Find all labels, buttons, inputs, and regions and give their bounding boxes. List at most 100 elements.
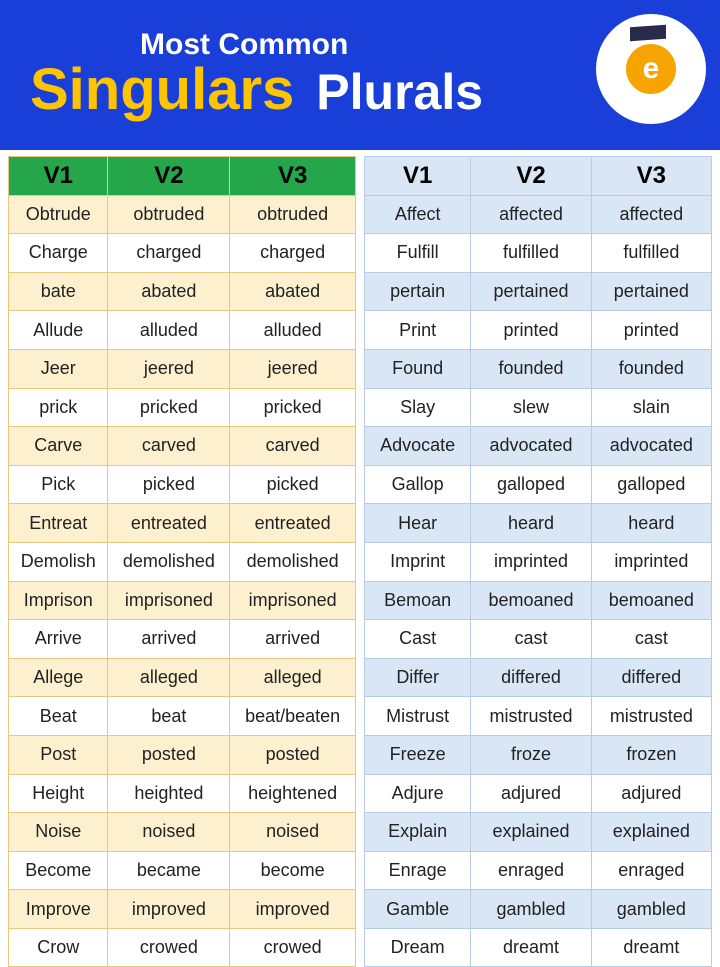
left-cell: Allude bbox=[9, 311, 108, 350]
right-cell: mistrusted bbox=[471, 697, 591, 736]
table-row: Affectaffectedaffected bbox=[365, 195, 712, 234]
left-cell: demolished bbox=[108, 542, 230, 581]
right-cell: adjured bbox=[471, 774, 591, 813]
right-cell: dreamt bbox=[591, 928, 711, 967]
table-row: Chargechargedcharged bbox=[9, 234, 356, 273]
right-cell: bemoaned bbox=[471, 581, 591, 620]
table-row: Mistrustmistrustedmistrusted bbox=[365, 697, 712, 736]
right-cell: cast bbox=[471, 620, 591, 659]
right-cell: Adjure bbox=[365, 774, 471, 813]
table-row: Gamblegambledgambled bbox=[365, 890, 712, 929]
right-cell: Hear bbox=[365, 504, 471, 543]
left-cell: Carve bbox=[9, 427, 108, 466]
right-cell: pertain bbox=[365, 272, 471, 311]
table-row: Jeerjeeredjeered bbox=[9, 349, 356, 388]
grad-cap-icon bbox=[630, 25, 666, 42]
right-cell: dreamt bbox=[471, 928, 591, 967]
table-row: Postpostedposted bbox=[9, 735, 356, 774]
right-cell: galloped bbox=[591, 465, 711, 504]
table-row: prickprickedpricked bbox=[9, 388, 356, 427]
left-th-v1: V1 bbox=[9, 157, 108, 196]
right-cell: imprinted bbox=[471, 542, 591, 581]
right-cell: Affect bbox=[365, 195, 471, 234]
left-cell: Charge bbox=[9, 234, 108, 273]
right-cell: Print bbox=[365, 311, 471, 350]
table-row: bateabatedabated bbox=[9, 272, 356, 311]
table-row: Imprintimprintedimprinted bbox=[365, 542, 712, 581]
right-cell: bemoaned bbox=[591, 581, 711, 620]
table-row: Hearheardheard bbox=[365, 504, 712, 543]
table-row: Improveimprovedimproved bbox=[9, 890, 356, 929]
right-cell: explained bbox=[591, 813, 711, 852]
table-row: pertainpertainedpertained bbox=[365, 272, 712, 311]
table-row: Freezefrozefrozen bbox=[365, 735, 712, 774]
right-cell: Bemoan bbox=[365, 581, 471, 620]
left-cell: heightened bbox=[230, 774, 356, 813]
left-cell: Post bbox=[9, 735, 108, 774]
left-cell: posted bbox=[108, 735, 230, 774]
left-cell: demolished bbox=[230, 542, 356, 581]
right-cell: slain bbox=[591, 388, 711, 427]
right-cell: heard bbox=[471, 504, 591, 543]
table-row: Imprisonimprisonedimprisoned bbox=[9, 581, 356, 620]
right-cell: slew bbox=[471, 388, 591, 427]
left-cell: noised bbox=[230, 813, 356, 852]
left-cell: Height bbox=[9, 774, 108, 813]
right-cell: Slay bbox=[365, 388, 471, 427]
right-cell: froze bbox=[471, 735, 591, 774]
left-cell: crowed bbox=[230, 928, 356, 967]
table-row: Noisenoisednoised bbox=[9, 813, 356, 852]
right-cell: Enrage bbox=[365, 851, 471, 890]
left-cell: Crow bbox=[9, 928, 108, 967]
right-cell: printed bbox=[591, 311, 711, 350]
left-cell: Beat bbox=[9, 697, 108, 736]
right-table: V1 V2 V3 AffectaffectedaffectedFulfillfu… bbox=[364, 156, 712, 967]
left-cell: Imprison bbox=[9, 581, 108, 620]
left-cell: became bbox=[108, 851, 230, 890]
right-th-v1: V1 bbox=[365, 157, 471, 196]
left-cell: Become bbox=[9, 851, 108, 890]
table-row: Pickpickedpicked bbox=[9, 465, 356, 504]
left-cell: jeered bbox=[230, 349, 356, 388]
left-cell: alleged bbox=[230, 658, 356, 697]
left-cell: Noise bbox=[9, 813, 108, 852]
left-cell: Arrive bbox=[9, 620, 108, 659]
right-cell: advocated bbox=[471, 427, 591, 466]
header-word-plurals: Plurals bbox=[316, 63, 483, 121]
left-cell: pricked bbox=[230, 388, 356, 427]
table-row: Bemoanbemoanedbemoaned bbox=[365, 581, 712, 620]
table-row: Slayslewslain bbox=[365, 388, 712, 427]
right-cell: Fulfill bbox=[365, 234, 471, 273]
left-cell: abated bbox=[230, 272, 356, 311]
left-cell: become bbox=[230, 851, 356, 890]
left-cell: heighted bbox=[108, 774, 230, 813]
right-cell: heard bbox=[591, 504, 711, 543]
table-row: Obtrudeobtrudedobtruded bbox=[9, 195, 356, 234]
table-row: Explainexplainedexplained bbox=[365, 813, 712, 852]
table-row: Becomebecamebecome bbox=[9, 851, 356, 890]
right-cell: gambled bbox=[471, 890, 591, 929]
left-cell: carved bbox=[230, 427, 356, 466]
left-cell: obtruded bbox=[108, 195, 230, 234]
left-cell: crowed bbox=[108, 928, 230, 967]
right-cell: Advocate bbox=[365, 427, 471, 466]
left-cell: Jeer bbox=[9, 349, 108, 388]
left-cell: Obtrude bbox=[9, 195, 108, 234]
right-cell: differed bbox=[471, 658, 591, 697]
right-cell: imprinted bbox=[591, 542, 711, 581]
right-cell: founded bbox=[471, 349, 591, 388]
table-row: Castcastcast bbox=[365, 620, 712, 659]
left-cell: pricked bbox=[108, 388, 230, 427]
left-cell: Pick bbox=[9, 465, 108, 504]
right-cell: pertained bbox=[471, 272, 591, 311]
right-cell: fulfilled bbox=[591, 234, 711, 273]
left-cell: noised bbox=[108, 813, 230, 852]
right-cell: Gallop bbox=[365, 465, 471, 504]
table-row: Allegeallegedalleged bbox=[9, 658, 356, 697]
right-cell: differed bbox=[591, 658, 711, 697]
table-row: Fulfillfulfilledfulfilled bbox=[365, 234, 712, 273]
right-cell: Mistrust bbox=[365, 697, 471, 736]
tables-container: V1 V2 V3 ObtrudeobtrudedobtrudedChargech… bbox=[0, 150, 720, 967]
left-cell: picked bbox=[230, 465, 356, 504]
right-th-v3: V3 bbox=[591, 157, 711, 196]
